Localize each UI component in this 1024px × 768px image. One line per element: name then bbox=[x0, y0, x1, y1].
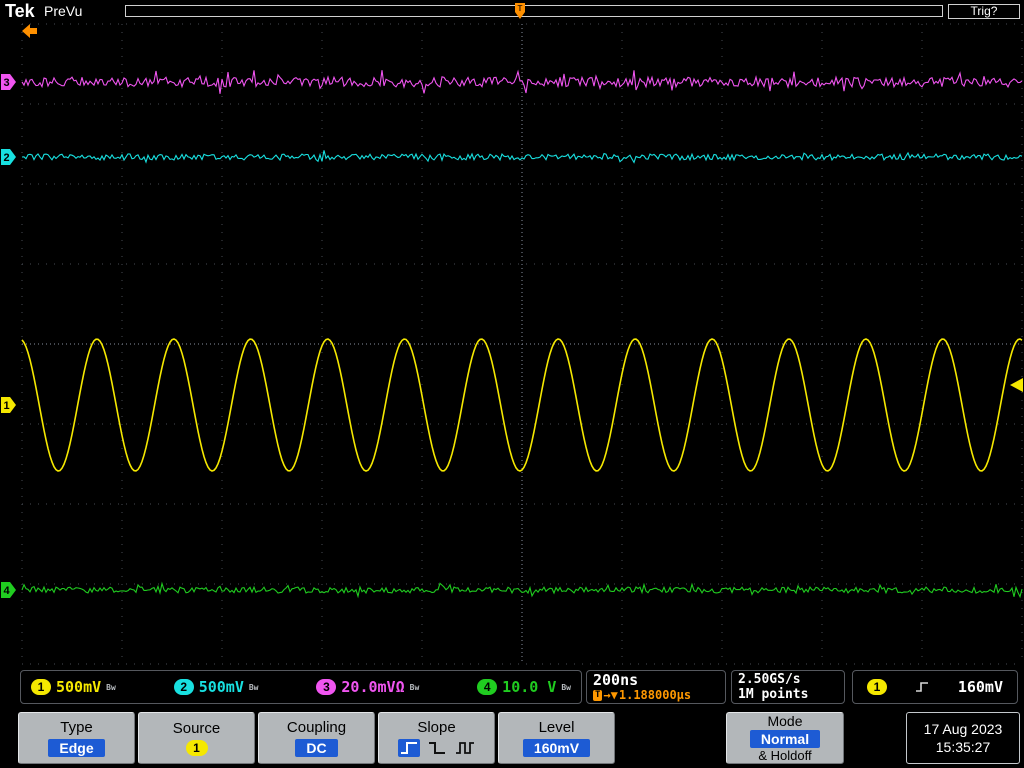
type-button[interactable]: Type Edge bbox=[18, 712, 135, 764]
trigger-t-icon: T bbox=[593, 689, 603, 701]
bandwidth-limit-icon: Bw bbox=[561, 683, 571, 692]
coupling-value: DC bbox=[295, 739, 338, 757]
date-value: 17 Aug 2023 bbox=[923, 721, 1003, 737]
channel-3-badge: 3 bbox=[316, 679, 337, 695]
slope-label: Slope bbox=[417, 719, 456, 736]
type-label: Type bbox=[60, 719, 93, 736]
level-value: 160mV bbox=[522, 739, 591, 757]
bandwidth-limit-icon: Bw bbox=[106, 683, 116, 692]
rising-edge-icon bbox=[916, 682, 929, 692]
waveform-display: 3 2 1 4 bbox=[1, 23, 1023, 665]
channel-2-readout[interactable]: 2 500mV Bw bbox=[173, 678, 259, 696]
channel-3-ground-marker-label: 3 bbox=[3, 77, 9, 89]
readout-bar: 1 500mV Bw 2 500mV Bw 3 20.0mVΩ Bw 4 10.… bbox=[0, 666, 1024, 708]
mode-value-secondary: & Holdoff bbox=[758, 748, 812, 763]
channel-2-ground-marker-label: 2 bbox=[3, 152, 9, 164]
bandwidth-limit-icon: Bw bbox=[248, 683, 259, 692]
acquisition-status: PreVu bbox=[44, 3, 83, 19]
channel-4-trace bbox=[21, 581, 1023, 599]
coupling-label: Coupling bbox=[286, 719, 347, 736]
channel-3-trace bbox=[21, 69, 1023, 94]
trigger-t-label: T bbox=[518, 4, 523, 13]
timebase-value: 200ns bbox=[593, 671, 639, 689]
channel-4-badge: 4 bbox=[477, 679, 498, 695]
trigger-menu-bar: Type Edge Source 1 Coupling DC Slope Lev… bbox=[0, 708, 1024, 768]
trigger-source-badge: 1 bbox=[867, 679, 887, 695]
trigger-level-value: 160mV bbox=[957, 678, 1003, 696]
horizontal-readout: 200ns T →▼ 1.188000µs bbox=[586, 670, 726, 704]
trigger-delay-value: 1.188000µs bbox=[618, 688, 692, 702]
trigger-delay-readout: T →▼ 1.188000µs bbox=[593, 688, 719, 702]
mode-label: Mode bbox=[767, 713, 803, 729]
mode-button[interactable]: Mode Normal & Holdoff bbox=[726, 712, 844, 764]
trigger-position-marker[interactable]: T bbox=[512, 2, 528, 22]
falling-slope-icon[interactable] bbox=[426, 739, 448, 757]
channel-2-scale: 500mV bbox=[198, 678, 244, 696]
delay-arrow-icon: →▼ bbox=[603, 688, 618, 702]
datetime-display: 17 Aug 2023 15:35:27 bbox=[906, 712, 1020, 764]
channel-1-badge: 1 bbox=[31, 679, 51, 695]
rising-slope-icon[interactable] bbox=[397, 739, 420, 757]
channel-4-readout[interactable]: 4 10.0 V Bw bbox=[477, 678, 571, 696]
slope-options bbox=[397, 739, 476, 757]
oscilloscope-screen: 3 2 1 4 Tek PreVu T Trig? 1 500mV Bw 2 500m… bbox=[0, 0, 1024, 768]
bandwidth-limit-icon: Bw bbox=[409, 683, 420, 692]
source-button[interactable]: Source 1 bbox=[138, 712, 255, 764]
record-view-bar bbox=[125, 5, 943, 17]
acquisition-readout: 2.50GS/s 1M points bbox=[731, 670, 845, 704]
mode-value: Normal bbox=[749, 730, 821, 748]
source-value-badge: 1 bbox=[185, 740, 208, 756]
trigger-level-marker[interactable] bbox=[1010, 378, 1023, 392]
channel-3-scale: 20.0mVΩ bbox=[341, 678, 405, 696]
channel-4-scale: 10.0 V bbox=[502, 678, 557, 696]
channel-1-readout[interactable]: 1 500mV Bw bbox=[31, 678, 116, 696]
slope-button[interactable]: Slope bbox=[378, 712, 495, 764]
time-value: 15:35:27 bbox=[935, 739, 991, 755]
channel-scale-readouts: 1 500mV Bw 2 500mV Bw 3 20.0mVΩ Bw 4 10.… bbox=[20, 670, 582, 704]
channel-3-readout[interactable]: 3 20.0mVΩ Bw bbox=[316, 678, 419, 696]
channel-2-badge: 2 bbox=[173, 679, 194, 695]
type-value: Edge bbox=[48, 739, 105, 757]
brand-logo: Tek bbox=[5, 1, 35, 21]
record-length-value: 1M points bbox=[738, 687, 809, 702]
level-label: Level bbox=[538, 719, 575, 736]
trigger-reference-arrow-icon bbox=[22, 24, 37, 38]
status-bar: Tek PreVu T Trig? bbox=[0, 0, 1024, 22]
trigger-status-indicator: Trig? bbox=[948, 4, 1020, 19]
channel-1-scale: 500mV bbox=[56, 678, 102, 696]
trigger-readout: 1 160mV bbox=[852, 670, 1018, 704]
coupling-button[interactable]: Coupling DC bbox=[258, 712, 375, 764]
sample-rate-value: 2.50GS/s bbox=[738, 672, 801, 687]
channel-4-ground-marker-label: 4 bbox=[3, 585, 10, 597]
channel-1-ground-marker-label: 1 bbox=[3, 400, 9, 412]
either-slope-icon[interactable] bbox=[454, 739, 476, 757]
source-label: Source bbox=[172, 720, 221, 737]
level-button[interactable]: Level 160mV bbox=[498, 712, 615, 764]
